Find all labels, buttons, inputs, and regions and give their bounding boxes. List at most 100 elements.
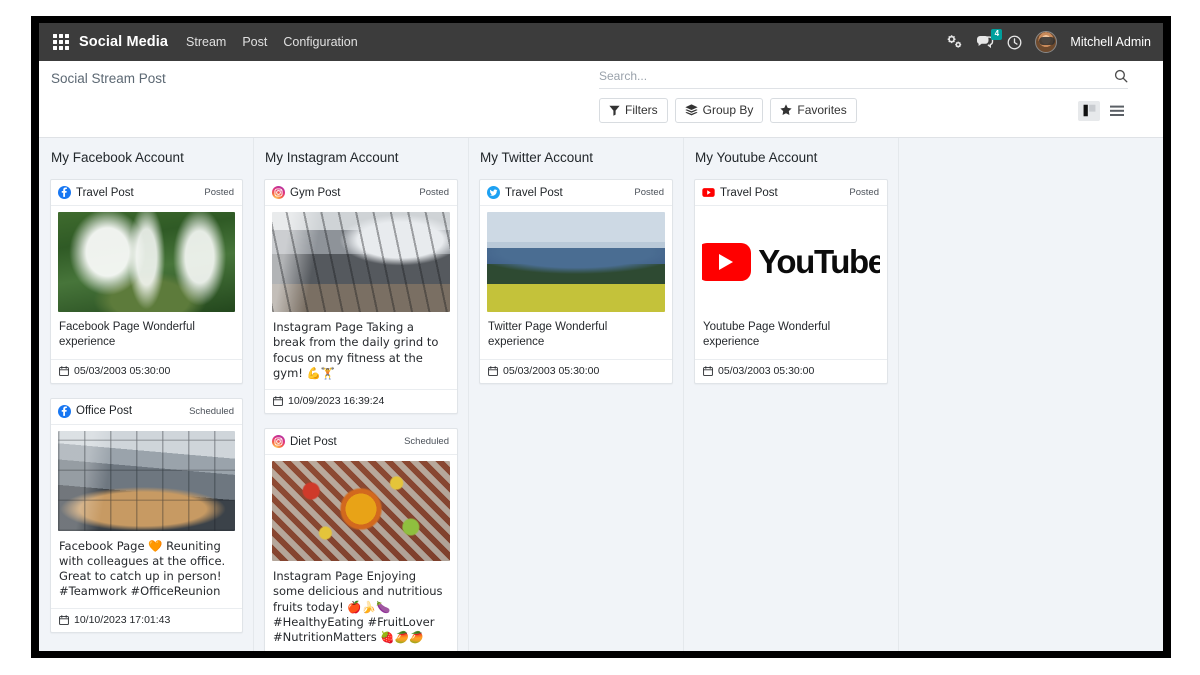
search-input[interactable] [599,69,1114,83]
search-icon[interactable] [1114,69,1128,83]
group-by-button[interactable]: Group By [675,98,764,123]
layers-icon [685,104,698,116]
card-image-mountain [487,212,665,312]
filter-row: Filters Group By Fav [599,98,1128,123]
card-header: Gym Post Posted [265,180,457,206]
card-media [51,206,242,312]
kanban-column-instagram: My Instagram Account [254,138,469,651]
twitter-icon [487,186,500,199]
card-header: Travel Post Posted [51,180,242,206]
menu-item-post[interactable]: Post [242,35,267,49]
card-footer: 05/03/2003 05:30:00 [695,359,887,383]
kanban-column-title: My Twitter Account [479,150,673,165]
card-state-badge: Posted [419,187,449,198]
youtube-wordmark: YouTube [758,243,880,281]
search-row [599,69,1128,89]
top-navbar: Social Media Stream Post Configuration [39,23,1163,61]
calendar-icon [59,366,69,376]
card-footer: 10/10/2023 17:01:43 [51,608,242,632]
card-state-badge: Posted [634,187,664,198]
filter-icon [609,105,620,116]
navbar-right-group: 4 Mitchell Admin [947,31,1151,53]
card-image-youtube-logo: YouTube [702,212,880,312]
card-header: Diet Post Scheduled [265,429,457,455]
card-title: Travel Post [76,187,134,199]
instagram-icon [272,435,285,448]
user-menu-label[interactable]: Mitchell Admin [1070,35,1151,49]
card-image-office [58,431,235,531]
kanban-column-facebook: My Facebook Account Travel Post Posted F… [39,138,254,651]
view-switcher [1078,101,1128,121]
calendar-icon [59,615,69,625]
control-panel: Social Stream Post [39,61,1163,138]
card-image-gym [272,212,450,312]
activities-clock-icon[interactable] [1007,35,1022,50]
kanban-card[interactable]: Gym Post Posted Instagram Page Taking a … [264,179,458,414]
kanban-card[interactable]: Diet Post Scheduled Instagram Page Enjoy… [264,428,458,651]
kanban-column-twitter: My Twitter Account Travel Post Posted Tw… [469,138,684,651]
card-state-badge: Scheduled [189,406,234,417]
card-image-waterfall [58,212,235,312]
card-media [265,206,457,312]
kanban-view-button[interactable] [1078,101,1100,121]
filters-button[interactable]: Filters [599,98,668,123]
kanban-column-title: My Facebook Account [50,150,243,165]
card-message: Twitter Page Wonderful experience [480,312,672,359]
kanban-card[interactable]: Office Post Scheduled Facebook Page 🧡 Re… [50,398,243,633]
kanban-card[interactable]: Travel Post Posted Facebook Page Wonderf… [50,179,243,384]
favorites-button[interactable]: Favorites [770,98,856,123]
card-title: Office Post [76,405,132,417]
card-message: Facebook Page Wonderful experience [51,312,242,359]
card-date: 10/10/2023 17:01:43 [74,614,170,626]
menu-item-configuration[interactable]: Configuration [283,35,357,49]
star-icon [780,104,792,116]
card-message: Instagram Page Taking a break from the d… [265,312,457,389]
card-title: Diet Post [290,436,337,448]
card-message: Instagram Page Enjoying some delicious a… [265,561,457,651]
card-header: Travel Post Posted [695,180,887,206]
card-media [265,455,457,561]
kanban-board: My Facebook Account Travel Post Posted F… [39,138,1163,651]
filters-button-label: Filters [625,103,658,117]
card-date: 05/03/2003 05:30:00 [503,365,599,377]
calendar-icon [703,366,713,376]
instagram-icon [272,186,285,199]
card-state-badge: Posted [849,187,879,198]
kanban-card[interactable]: Travel Post Posted Twitter Page Wonderfu… [479,179,673,384]
card-title: Travel Post [720,187,778,199]
card-title: Travel Post [505,187,563,199]
search-view: Filters Group By Fav [599,69,1128,123]
facebook-icon [58,405,71,418]
menu-item-stream[interactable]: Stream [186,35,226,49]
card-title: Gym Post [290,187,340,199]
group-by-button-label: Group By [703,103,754,117]
card-header: Office Post Scheduled [51,399,242,425]
card-footer: 05/03/2003 05:30:00 [51,359,242,383]
kanban-column-youtube: My Youtube Account Travel Post Posted [684,138,899,651]
messages-icon[interactable]: 4 [976,35,994,49]
facebook-icon [58,186,71,199]
calendar-icon [488,366,498,376]
card-state-badge: Posted [204,187,234,198]
avatar[interactable] [1035,31,1057,53]
card-date: 05/03/2003 05:30:00 [74,365,170,377]
card-image-fruit [272,461,450,561]
device-frame: Social Media Stream Post Configuration [31,16,1171,658]
card-state-badge: Scheduled [404,436,449,447]
youtube-play-icon [702,243,751,281]
kanban-card[interactable]: Travel Post Posted YouTube Youtube Page … [694,179,888,384]
list-view-button[interactable] [1106,101,1128,121]
card-message: Facebook Page 🧡 Reuniting with colleague… [51,531,242,608]
apps-grid-icon[interactable] [53,34,69,50]
kanban-icon [1083,104,1096,117]
card-media [480,206,672,312]
app-brand-title[interactable]: Social Media [79,34,168,50]
card-header: Travel Post Posted [480,180,672,206]
app-window: Social Media Stream Post Configuration [39,23,1163,651]
messages-badge: 4 [991,29,1002,40]
breadcrumb[interactable]: Social Stream Post [51,71,166,86]
card-date: 05/03/2003 05:30:00 [718,365,814,377]
card-media: YouTube [695,206,887,312]
settings-activity-icon[interactable] [947,35,963,49]
favorites-button-label: Favorites [797,103,846,117]
